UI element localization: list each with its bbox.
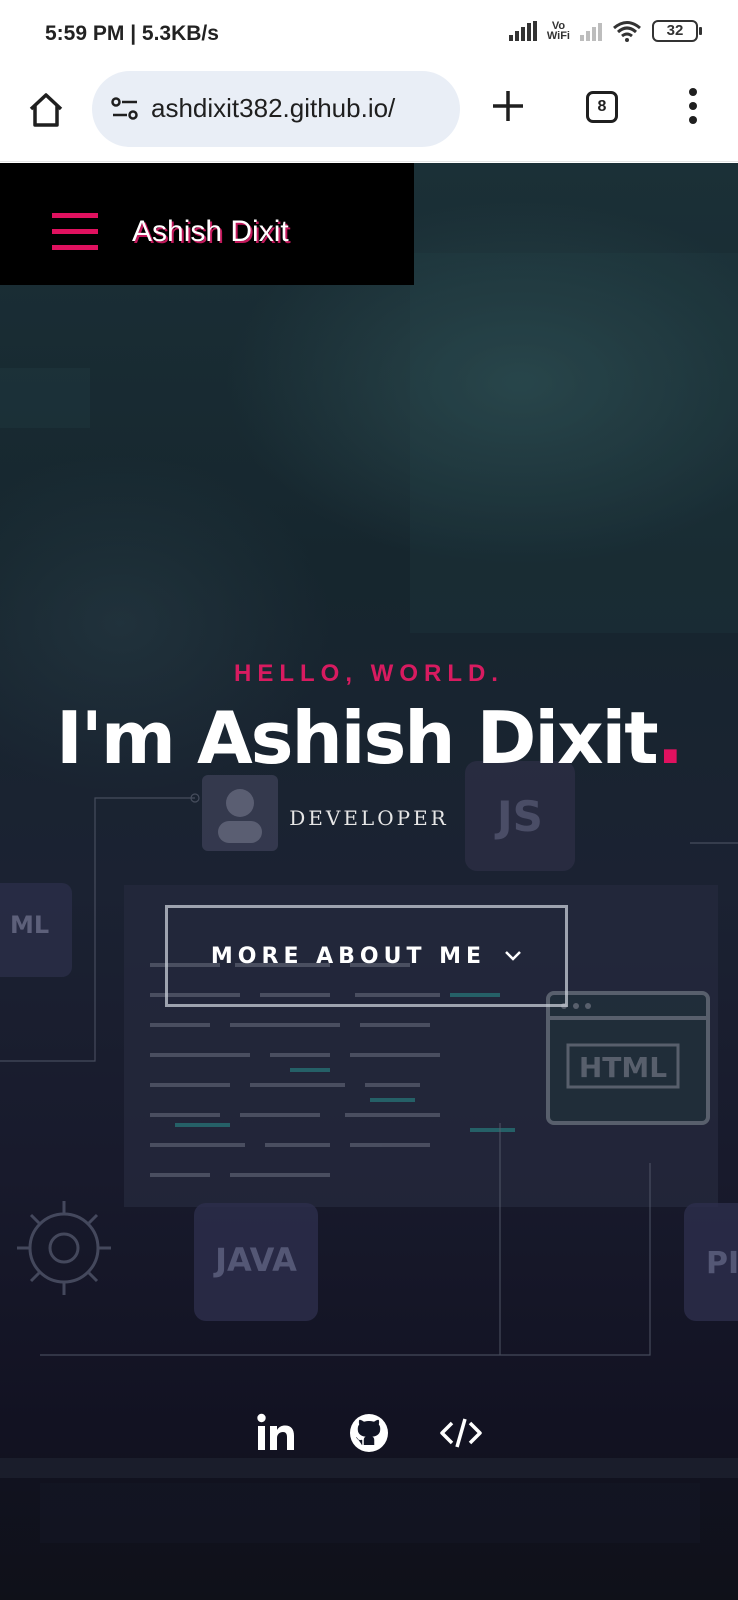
cell-signal-2-icon — [580, 21, 602, 41]
status-icons: Vo WiFi 32 — [508, 20, 702, 42]
wifi-icon — [613, 21, 641, 42]
battery-level: 32 — [666, 22, 684, 39]
home-icon[interactable] — [26, 90, 66, 130]
hamburger-menu-icon[interactable] — [52, 213, 98, 250]
svg-text:HTML: HTML — [579, 1051, 667, 1084]
hero-background-art: JS ML HTML JAVA PI — [0, 253, 738, 1543]
vowifi-icon: Vo WiFi — [546, 21, 570, 42]
more-about-me-label: MORE ABOUT ME — [210, 943, 487, 969]
url-text[interactable]: ashdixit382.github.io/ — [151, 93, 395, 124]
cell-signal-icon — [508, 21, 537, 41]
hero-section: JS ML HTML JAVA PI Ashish Dixit HELLO, W… — [0, 163, 738, 1600]
svg-text:ML: ML — [10, 911, 49, 939]
status-bar: 5:59 PM | 5.3KB/s Vo WiFi 32 — [0, 0, 738, 68]
svg-text:JAVA: JAVA — [213, 1241, 297, 1279]
svg-text:PI: PI — [706, 1246, 738, 1281]
new-tab-icon[interactable] — [488, 86, 528, 126]
battery-icon: 32 — [652, 20, 702, 42]
tab-count: 8 — [597, 98, 607, 115]
code-icon[interactable] — [439, 1411, 483, 1455]
tab-switcher-icon[interactable]: 8 — [586, 91, 618, 123]
social-links — [0, 1411, 738, 1455]
address-bar[interactable]: ashdixit382.github.io/ — [92, 71, 460, 147]
site-settings-icon[interactable] — [110, 96, 140, 122]
hero-headline-text: I'm Ashish Dixit — [56, 696, 659, 780]
linkedin-icon[interactable] — [255, 1411, 299, 1455]
hero-role: DEVELOPER — [289, 806, 449, 830]
hero-headline-dot: . — [656, 696, 684, 780]
status-time: 5:59 PM | 5.3KB/s — [45, 22, 219, 45]
vowifi-label-bottom: WiFi — [546, 30, 570, 42]
hero-greeting: HELLO, WORLD. — [234, 660, 504, 687]
chevron-down-icon — [505, 951, 521, 961]
site-brand[interactable]: Ashish Dixit — [132, 215, 289, 249]
github-icon[interactable] — [347, 1411, 391, 1455]
more-about-me-button[interactable]: MORE ABOUT ME — [165, 905, 568, 1007]
menu-icon[interactable] — [682, 88, 704, 128]
browser-toolbar: ashdixit382.github.io/ 8 — [0, 68, 738, 162]
hero-headline: I'm Ashish Dixit. — [0, 696, 738, 780]
site-nav: Ashish Dixit — [0, 163, 414, 285]
